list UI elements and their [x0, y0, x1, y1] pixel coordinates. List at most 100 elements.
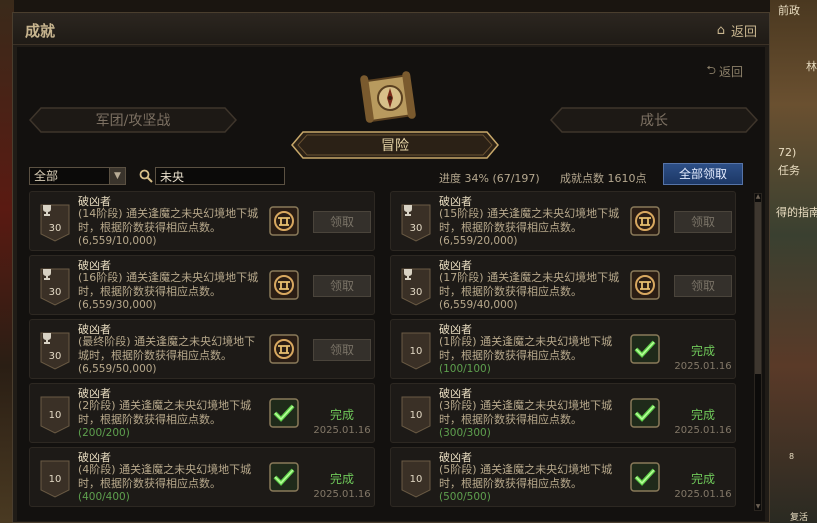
right-hud-text[interactable]: 任务: [778, 162, 800, 178]
scroll-up-icon[interactable]: ▲: [755, 194, 761, 200]
points-value: 10: [409, 474, 423, 485]
checkmark-icon: [630, 398, 660, 428]
achievement-card: 10 破凶者 (2阶段) 通关逢魔之未央幻境地下城时，根据阶数获得相应点数。 (200…: [29, 383, 375, 443]
achievement-progress: (300/300): [439, 427, 491, 439]
right-hud-text: 72): [778, 146, 797, 159]
filter-selected-value: 全部: [34, 169, 59, 183]
tab-growth[interactable]: 成长: [550, 107, 758, 133]
checkmark-icon: [630, 462, 660, 492]
points-value: 30: [409, 223, 423, 234]
tab-adventure[interactable]: 冒险: [291, 131, 499, 159]
achievement-card: 10 破凶者 (4阶段) 通关逢魔之未央幻境地下城时，根据阶数获得相应点数。 (400…: [29, 447, 375, 507]
points-summary: 成就点数 1610点: [560, 172, 647, 185]
claim-button[interactable]: 领取: [313, 339, 371, 361]
points-badge: 30: [401, 268, 431, 306]
completion-date: 2025.01.16: [674, 425, 732, 436]
claim-button[interactable]: 领取: [313, 275, 371, 297]
trophy-icon: [43, 269, 51, 280]
scroll-compass-icon: [360, 71, 416, 123]
achievement-description: (最终阶段) 通关逢魔之未央幻境地下城时，根据阶数获得相应点数。: [78, 335, 256, 362]
achievement-card: 10 破凶者 (3阶段) 通关逢魔之未央幻境地下城时，根据阶数获得相应点数。 (300…: [390, 383, 736, 443]
achievement-card: 30 破凶者 (15阶段) 通关逢魔之未央幻境地下城时，根据阶数获得相应点数。 (6,…: [390, 191, 736, 251]
reward-box-icon[interactable]: [269, 206, 299, 236]
completion-date: 2025.01.16: [313, 425, 371, 436]
claim-button[interactable]: 领取: [313, 211, 371, 233]
search-icon: [139, 169, 153, 183]
achievement-progress: (6,559/20,000): [439, 235, 518, 247]
completion-date: 2025.01.16: [674, 489, 732, 500]
reward-box-icon[interactable]: [269, 270, 299, 300]
achievement-description: (15阶段) 通关逢魔之未央幻境地下城时，根据阶数获得相应点数。: [439, 207, 620, 234]
achievement-description: (3阶段) 通关逢魔之未央幻境地下城时，根据阶数获得相应点数。: [439, 399, 613, 426]
status-complete-label: 完成: [690, 344, 715, 358]
right-hud-text: 林: [806, 60, 817, 73]
achievement-description: (16阶段) 通关逢魔之未央幻境地下城时，根据阶数获得相应点数。: [78, 271, 259, 298]
status-complete-label: 完成: [329, 472, 354, 486]
trophy-icon: [43, 205, 51, 216]
reward-box-icon[interactable]: [630, 270, 660, 300]
trophy-icon: [43, 333, 51, 344]
back-label: 返回: [730, 25, 757, 40]
reward-box-icon[interactable]: [269, 334, 299, 364]
points-badge: 30: [40, 268, 70, 306]
achievement-progress: (100/100): [439, 363, 491, 375]
achievement-card: 30 破凶者 (最终阶段) 通关逢魔之未央幻境地下城时，根据阶数获得相应点数。 (6,…: [29, 319, 375, 379]
achievement-description: (1阶段) 通关逢魔之未央幻境地下城时，根据阶数获得相应点数。: [439, 335, 613, 362]
points-value: 10: [409, 346, 423, 357]
points-value: 10: [48, 474, 62, 485]
points-badge: 30: [401, 204, 431, 242]
completion-date: 2025.01.16: [674, 361, 732, 372]
tab-legion-label: 军团/攻坚战: [95, 113, 171, 129]
points-value: 30: [48, 287, 62, 298]
sub-back-button[interactable]: ⮌ 返回: [706, 61, 743, 82]
achievement-progress: (6,559/10,000): [78, 235, 157, 247]
title-bar: 成就 ⌂ 返回: [13, 13, 769, 45]
window-title: 成就: [25, 22, 56, 40]
achievement-card: 30 破凶者 (16阶段) 通关逢魔之未央幻境地下城时，根据阶数获得相应点数。 (6,…: [29, 255, 375, 315]
points-badge: 10: [401, 332, 431, 370]
claim-all-button[interactable]: 全部领取: [663, 163, 743, 185]
points-badge: 10: [40, 460, 70, 498]
points-value: 30: [48, 223, 62, 234]
achievement-window: 成就 ⌂ 返回 ⮌ 返回 军团/攻坚战 成长 冒险 全部 ▼ 未央 进度 34%…: [12, 12, 770, 523]
points-badge: 30: [40, 204, 70, 242]
points-value: 30: [409, 287, 423, 298]
points-value: 10: [48, 410, 62, 421]
achievement-progress: (400/400): [78, 491, 130, 503]
claim-button[interactable]: 领取: [674, 211, 732, 233]
category-filter-select[interactable]: 全部 ▼: [29, 167, 126, 185]
game-backdrop-right: [770, 0, 817, 523]
points-badge: 10: [401, 460, 431, 498]
points-value: 10: [409, 410, 423, 421]
scroll-thumb[interactable]: [755, 202, 761, 374]
reward-box-icon[interactable]: [630, 206, 660, 236]
home-icon: ⌂: [716, 23, 725, 38]
achievement-progress: (6,559/50,000): [78, 363, 157, 375]
search-input[interactable]: [155, 167, 285, 185]
chevron-down-icon[interactable]: ▼: [109, 168, 125, 184]
trophy-icon: [404, 205, 412, 216]
claim-button[interactable]: 领取: [674, 275, 732, 297]
right-hud-text: 前政: [778, 4, 800, 17]
achievement-card: 10 破凶者 (1阶段) 通关逢魔之未央幻境地下城时，根据阶数获得相应点数。 (100…: [390, 319, 736, 379]
back-button[interactable]: ⌂ 返回: [717, 21, 757, 40]
achievement-card: 10 破凶者 (5阶段) 通关逢魔之未央幻境地下城时，根据阶数获得相应点数。 (500…: [390, 447, 736, 507]
tab-adventure-label: 冒险: [381, 138, 409, 154]
achievement-description: (17阶段) 通关逢魔之未央幻境地下城时，根据阶数获得相应点数。: [439, 271, 620, 298]
achievement-card: 30 破凶者 (14阶段) 通关逢魔之未央幻境地下城时，根据阶数获得相应点数。 (6,…: [29, 191, 375, 251]
achievement-progress: (200/200): [78, 427, 130, 439]
tab-legion-siege[interactable]: 军团/攻坚战: [29, 107, 237, 133]
status-complete-label: 完成: [329, 408, 354, 422]
tab-growth-label: 成长: [640, 113, 668, 129]
back-arrow-icon: ⮌: [706, 63, 716, 77]
achievement-description: (5阶段) 通关逢魔之未央幻境地下城时，根据阶数获得相应点数。: [439, 463, 613, 490]
achievement-description: (14阶段) 通关逢魔之未央幻境地下城时，根据阶数获得相应点数。: [78, 207, 259, 234]
points-badge: 30: [40, 332, 70, 370]
points-badge: 10: [401, 396, 431, 434]
list-scrollbar[interactable]: ▲ ▼: [754, 193, 762, 511]
achievement-progress: (6,559/30,000): [78, 299, 157, 311]
scroll-down-icon[interactable]: ▼: [755, 504, 761, 510]
right-hud-text[interactable]: 得的指南: [776, 204, 817, 220]
checkmark-icon: [630, 334, 660, 364]
achievement-progress: (500/500): [439, 491, 491, 503]
